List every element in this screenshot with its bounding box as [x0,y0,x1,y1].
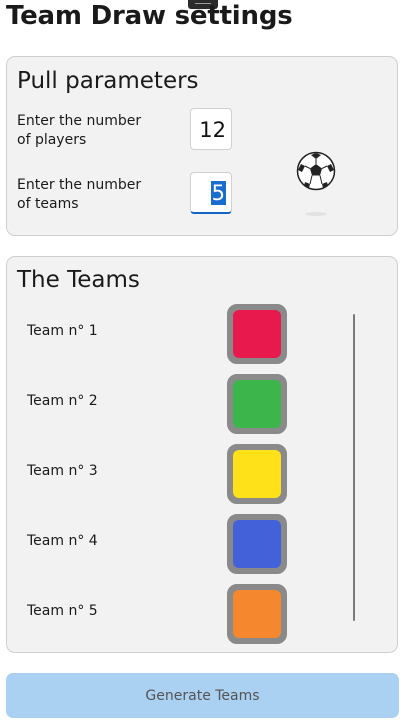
team-label-4: Team n° 4 [27,533,98,549]
teams-title: The Teams [17,267,140,293]
team-row-5: Team n° 5 [7,584,399,644]
team-label-1: Team n° 1 [27,323,98,339]
players-label-line2: of players [17,132,87,148]
players-count-input[interactable]: 12 [190,108,232,150]
team-row-4: Team n° 4 [7,514,399,574]
team-row-3: Team n° 3 [7,444,399,504]
team-color-swatch-2[interactable] [227,374,287,434]
teams-count-input[interactable]: 5 [190,172,232,214]
players-count-label: Enter the number of players [17,112,157,150]
teams-count-value: 5 [210,181,226,205]
team-color-swatch-1[interactable] [227,304,287,364]
team-label-5: Team n° 5 [27,603,98,619]
team-row-1: Team n° 1 [7,304,399,364]
ball-shadow [305,212,327,216]
teams-label-line1: Enter the number [17,177,142,193]
team-color-swatch-4[interactable] [227,514,287,574]
team-color-swatch-5[interactable] [227,584,287,644]
teams-panel: The Teams Team n° 1 Team n° 2 Team n° 3 … [6,256,398,653]
team-color-swatch-3[interactable] [227,444,287,504]
pull-parameters-panel: Pull parameters Enter the number of play… [6,56,398,236]
teams-count-label: Enter the number of teams [17,176,157,214]
soccer-ball-icon [296,151,336,191]
page-title: Team Draw settings [6,1,293,31]
teams-label-line2: of teams [17,196,79,212]
players-count-value: 12 [199,118,226,142]
teams-scrollbar[interactable] [353,314,355,621]
team-row-2: Team n° 2 [7,374,399,434]
generate-teams-button[interactable]: Generate Teams [6,673,399,718]
players-label-line1: Enter the number [17,113,142,129]
team-label-2: Team n° 2 [27,393,98,409]
team-label-3: Team n° 3 [27,463,98,479]
pull-parameters-title: Pull parameters [17,68,199,94]
